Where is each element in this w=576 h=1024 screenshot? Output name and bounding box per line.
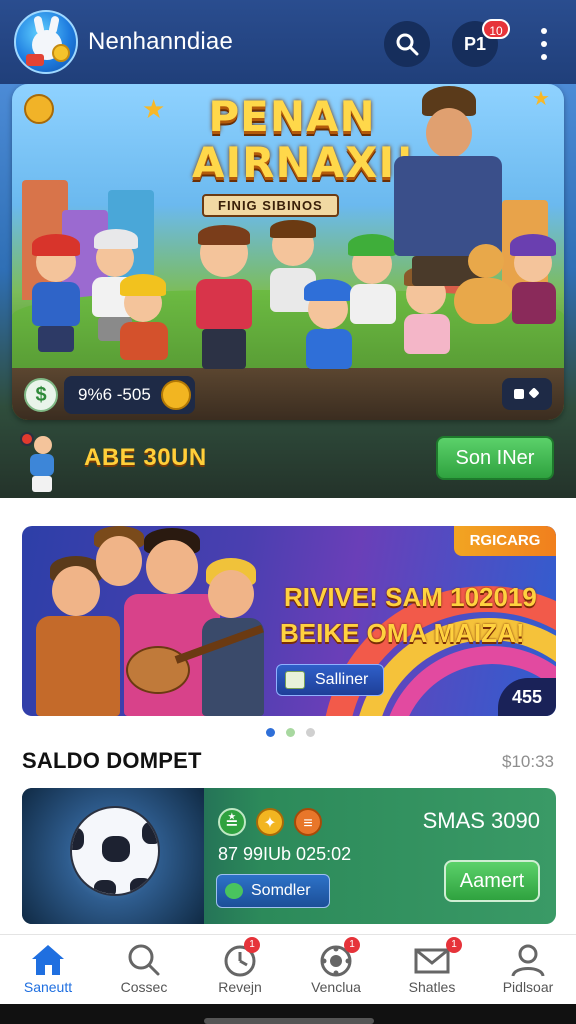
content-panel: RGICARG RIVIVE! SAM 102019 BEIKE OMA MAI… [0,498,576,934]
stadium-image [22,788,204,924]
coin-icon [24,94,54,124]
nav-badge: 1 [344,937,360,953]
hero-banner[interactable]: ★ ★ PENAN AIRNAXI! FINIG SIBINOS $ 9%6 -… [12,84,564,420]
wallet-balance-detail: 87 99IUb 025:02 [218,844,352,864]
nav-item-mail[interactable]: 1 Shatles [384,935,480,1005]
tag-icon[interactable]: ≡ [294,808,322,836]
player-icon [18,432,72,494]
cartoon-character [506,234,562,354]
hero-title-line1: PENAN [208,92,376,141]
wallet-section-title: SALDO DOMPET [22,748,202,773]
carousel-indicator [262,728,322,738]
carousel-dot[interactable] [286,728,295,737]
logo-gift [26,54,44,66]
profile-icon [511,944,545,977]
nav-label-clock: Revejn [218,979,262,995]
nav-label-mail: Shatles [408,979,456,995]
promo-tag: RGICARG [454,526,556,556]
nav-item-clock[interactable]: 1 Revejn [192,935,288,1005]
hero-code-pill[interactable]: 9%6 -505 [64,376,195,414]
search-icon [396,33,419,56]
hero-title: PENAN AIRNAXI! [192,92,416,187]
nav-label-search: Cossec [120,979,168,995]
search-button[interactable] [384,21,430,67]
hero-title-line2: AIRNAXI! [192,138,416,187]
hero-section: ★ ★ PENAN AIRNAXI! FINIG SIBINOS $ 9%6 -… [0,84,576,498]
wallet-primary-button[interactable]: Aamert [444,860,540,902]
kebab-dot [541,54,547,60]
app-logo[interactable] [14,10,78,74]
promo-banner[interactable]: RGICARG RIVIVE! SAM 102019 BEIKE OMA MAI… [22,526,556,716]
promo-headline-2: BEIKE OMA MAIZA! [280,618,525,648]
hero-cta-button[interactable]: Son INer [436,436,554,480]
hero-code: 9%6 -505 [78,385,151,404]
nav-badge: 1 [446,937,462,953]
hero-toggle-button[interactable] [502,378,552,410]
app-header: Nenhanndiae P1 10 [0,0,576,84]
bottom-navigation: Saneutt Cossec 1 Revejn 1 Venclua 1 Shat… [0,934,576,1004]
kebab-dot [541,28,547,34]
hero-subtitle: FINIG SIBINOS [202,194,339,217]
kebab-dot [541,41,547,47]
nav-item-profile[interactable]: Pidlsoar [480,935,576,1005]
nav-badge: 1 [244,937,260,953]
wallet-card[interactable]: ≛ ✦ ≡ SMAS 3090 87 99IUb 025:02 Somdler … [22,788,556,924]
home-indicator[interactable] [204,1018,374,1024]
hero-bottom-text: ABE 30UN [84,444,207,471]
cartoon-character [184,225,264,379]
runner-icon[interactable]: ✦ [256,808,284,836]
gift-icon [285,671,305,689]
chevron-down-icon [528,387,540,399]
promo-headline-1: RIVIVE! SAM 102019 [284,582,537,612]
star-icon: ★ [532,88,550,110]
leaf-icon [225,883,243,899]
nav-label-profile: Pidlsoar [502,979,554,995]
coin-icon [160,380,191,410]
wallet-section-time: $10:33 [502,752,554,771]
nav-label-settings: Venclua [311,979,361,995]
cartoon-character [20,234,90,364]
chip-icon[interactable]: ≛ [218,808,246,836]
search-icon [128,944,160,976]
promo-button-label: Salliner [315,671,369,688]
logo-coin [52,44,70,62]
system-gesture-bar [0,1004,576,1024]
wallet-balance-title: SMAS 3090 [422,808,540,833]
promo-button[interactable]: Salliner [276,664,384,696]
guitar-icon [126,624,264,696]
nav-label-home: Saneutt [23,979,73,995]
toggle-dot [514,389,524,399]
app-title: Nenhanndiae [88,28,233,55]
home-icon [32,945,64,975]
nav-item-settings[interactable]: 1 Venclua [288,935,384,1005]
nav-item-home[interactable]: Saneutt [0,935,96,1005]
star-icon: ★ [142,94,166,124]
carousel-dot-active[interactable] [266,728,275,737]
soccer-ball-icon [70,806,160,896]
wallet-secondary-button[interactable]: Somdler [216,874,330,908]
cartoon-character [112,274,176,384]
dollar-icon[interactable]: $ [24,378,58,412]
more-menu-button[interactable] [532,26,556,62]
notification-badge: 10 [482,19,510,39]
nav-item-search[interactable]: Cossec [96,935,192,1005]
wallet-secondary-label: Somdler [251,882,311,899]
carousel-dot[interactable] [306,728,315,737]
